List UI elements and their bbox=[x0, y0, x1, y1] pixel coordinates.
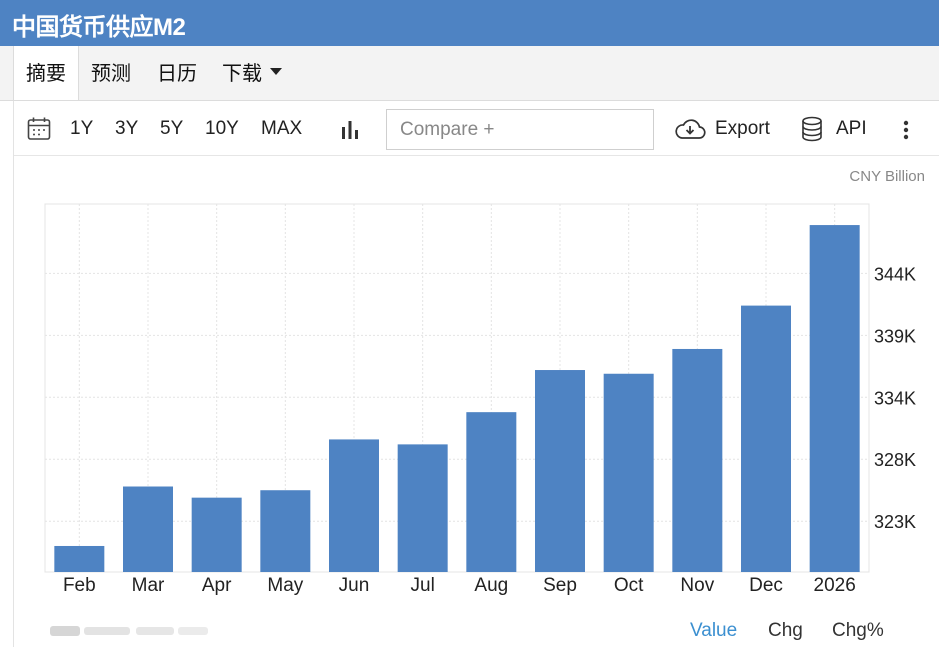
x-tick-label: Mar bbox=[132, 575, 165, 596]
x-tick-label: Nov bbox=[680, 575, 714, 596]
range-3y-button[interactable]: 3Y bbox=[115, 101, 138, 156]
bar-mar bbox=[123, 486, 173, 572]
bar-feb bbox=[54, 545, 105, 572]
x-tick-label: 2026 bbox=[814, 575, 856, 596]
bar-nov bbox=[672, 348, 723, 572]
compare-input[interactable]: Compare + bbox=[386, 109, 654, 150]
y-tick-label: 323K bbox=[874, 512, 916, 532]
tab-calendar[interactable]: 日历 bbox=[157, 46, 197, 100]
source-watermark-logo bbox=[50, 626, 208, 636]
api-button[interactable]: API bbox=[836, 101, 867, 156]
bar-jun bbox=[329, 439, 379, 572]
y-tick-label: 334K bbox=[874, 388, 916, 408]
tab-summary[interactable]: 摘要 bbox=[13, 46, 79, 100]
range-1y-button[interactable]: 1Y bbox=[70, 101, 93, 156]
chg-tab[interactable]: Chg bbox=[768, 620, 803, 642]
bar-dec bbox=[741, 305, 791, 572]
calendar-icon[interactable] bbox=[27, 116, 51, 142]
bar-aug bbox=[466, 412, 517, 572]
tab-forecast[interactable]: 预测 bbox=[91, 46, 131, 100]
unit-label: CNY Billion bbox=[849, 168, 925, 185]
export-button[interactable]: Export bbox=[715, 101, 770, 156]
chart-panel: 1Y 3Y 5Y 10Y MAX Compare + Export API CN… bbox=[13, 101, 939, 647]
range-5y-button[interactable]: 5Y bbox=[160, 101, 183, 156]
range-max-button[interactable]: MAX bbox=[261, 101, 302, 156]
cloud-download-icon[interactable] bbox=[674, 118, 706, 140]
chart-bars bbox=[54, 225, 860, 572]
more-vertical-icon[interactable] bbox=[902, 119, 910, 141]
chg-pct-tab[interactable]: Chg% bbox=[832, 620, 884, 642]
chart-toolbar: 1Y 3Y 5Y 10Y MAX Compare + Export API bbox=[14, 101, 939, 156]
caret-down-icon bbox=[270, 68, 282, 75]
x-tick-label: Sep bbox=[543, 575, 577, 596]
bar-2026 bbox=[809, 225, 860, 572]
title-bar: 中国货币供应M2 bbox=[0, 0, 939, 46]
tab-download-label: 下载 bbox=[222, 61, 262, 85]
page-title: 中国货币供应M2 bbox=[12, 14, 186, 41]
value-tab[interactable]: Value bbox=[690, 620, 737, 642]
bar-jul bbox=[397, 444, 448, 572]
range-10y-button[interactable]: 10Y bbox=[205, 101, 239, 156]
y-tick-label: 339K bbox=[874, 326, 916, 346]
x-axis-labels: Feb Mar Apr May Jun Jul Aug Sep Oct Nov Dec 2026 bbox=[63, 575, 856, 596]
x-tick-label: Aug bbox=[474, 575, 508, 596]
bar-apr bbox=[191, 497, 242, 572]
tab-download[interactable]: 下载 bbox=[222, 46, 282, 100]
x-tick-label: Oct bbox=[614, 575, 644, 596]
y-tick-label: 328K bbox=[874, 450, 916, 470]
x-tick-label: Jun bbox=[339, 575, 370, 596]
database-icon[interactable] bbox=[801, 116, 823, 142]
x-tick-label: Apr bbox=[202, 575, 232, 596]
x-tick-label: Jul bbox=[411, 575, 435, 596]
y-tick-label: 344K bbox=[874, 264, 916, 284]
chart-type-icon[interactable] bbox=[340, 119, 360, 141]
x-tick-label: May bbox=[267, 575, 303, 596]
bar-may bbox=[260, 490, 311, 572]
x-tick-label: Feb bbox=[63, 575, 96, 596]
bar-sep bbox=[535, 370, 585, 572]
x-tick-label: Dec bbox=[749, 575, 783, 596]
y-axis-labels: 323K 328K 334K 339K 344K bbox=[874, 264, 916, 532]
bar-oct bbox=[603, 373, 654, 572]
tab-bar: 摘要 预测 日历 下载 bbox=[0, 46, 939, 101]
bar-chart: Feb Mar Apr May Jun Jul Aug Sep Oct Nov Dec 2026 32… bbox=[44, 203, 916, 596]
